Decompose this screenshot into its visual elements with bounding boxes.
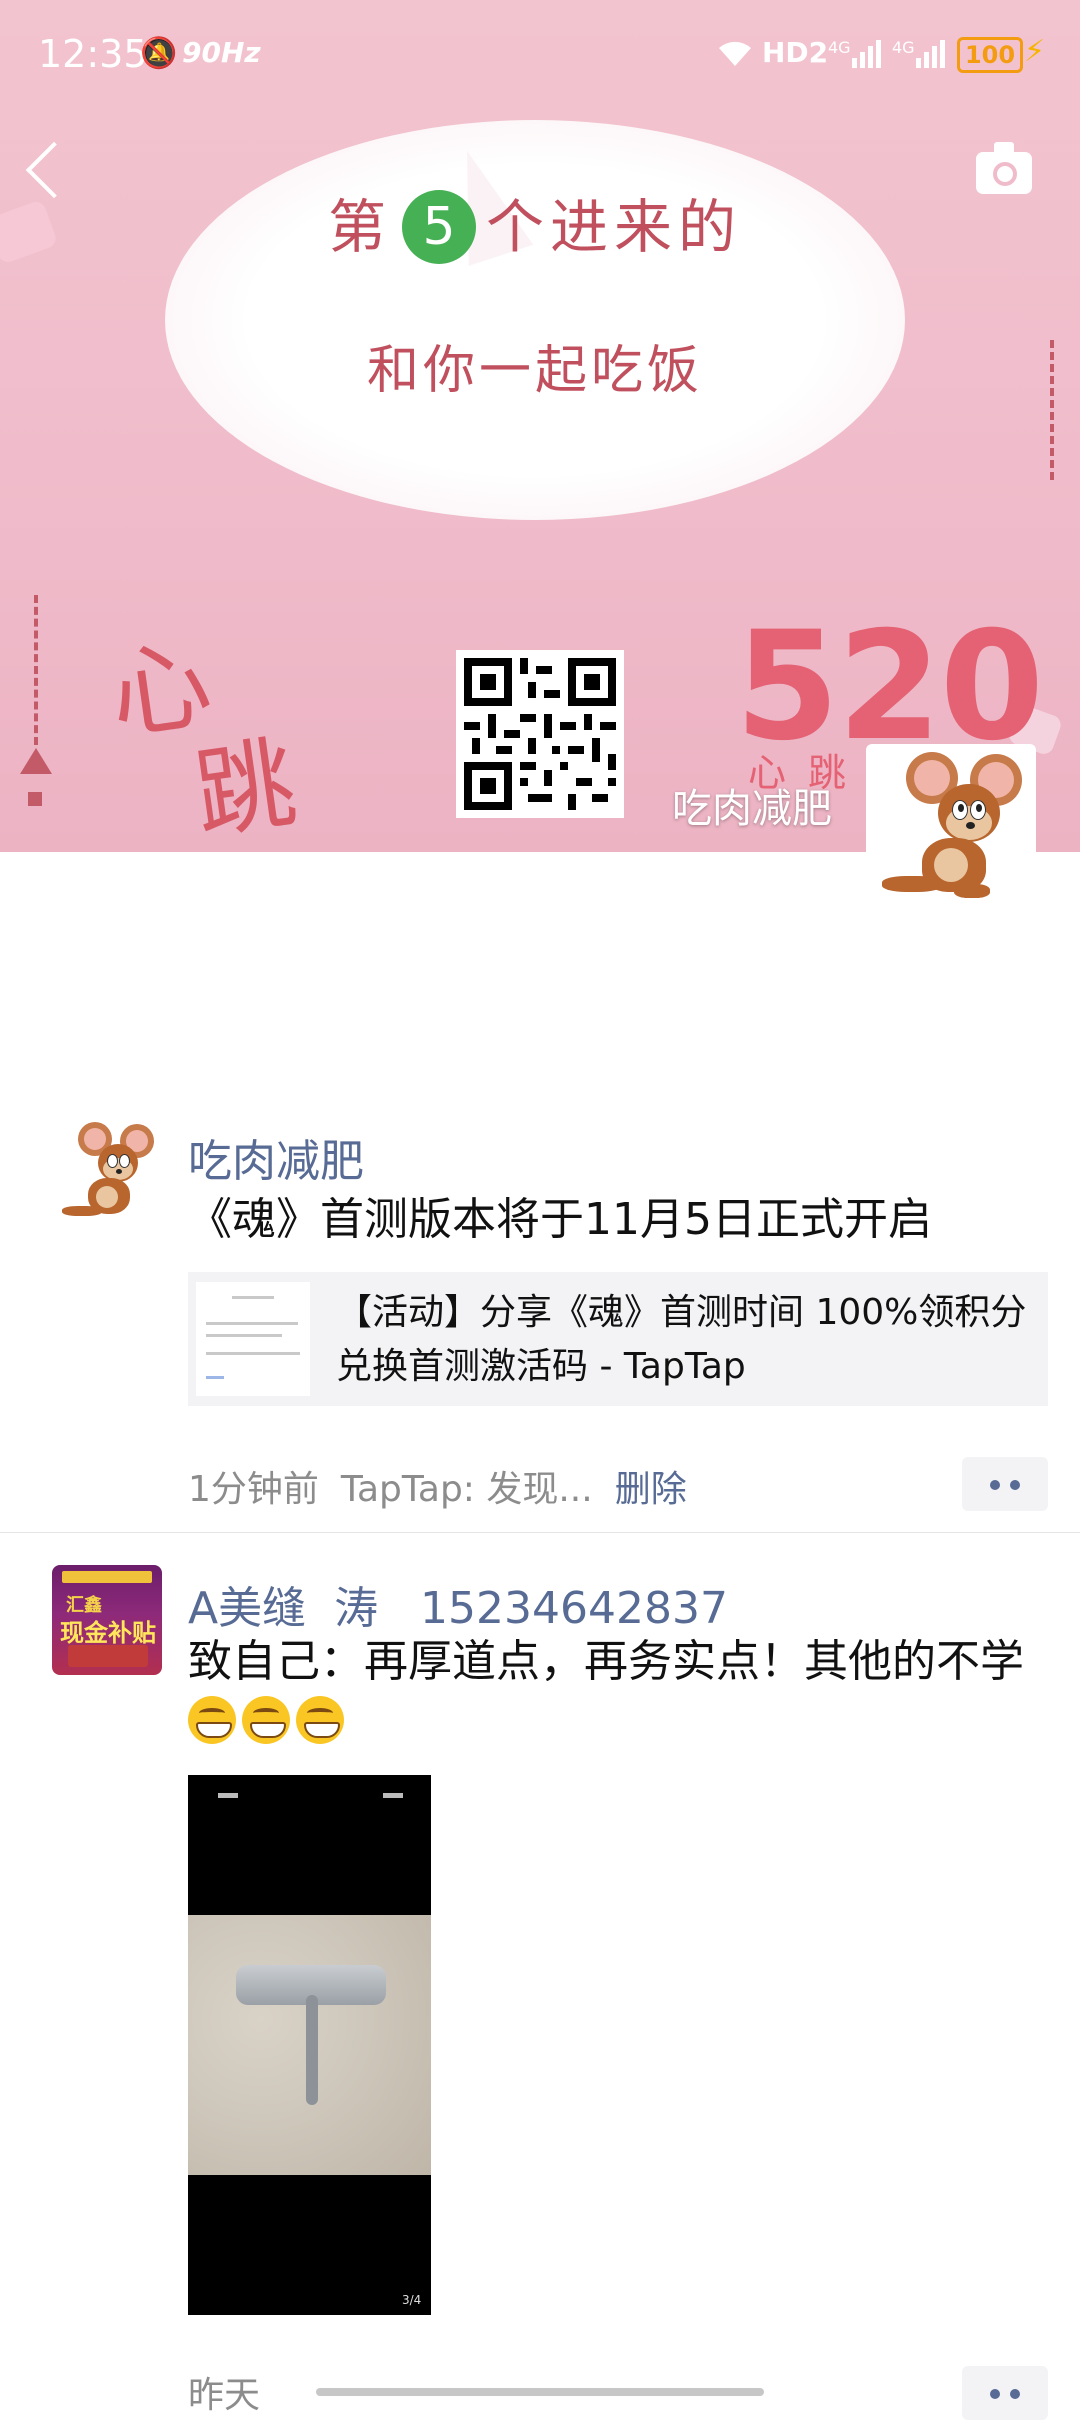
status-time: 12:35 <box>38 32 148 76</box>
signal-icon <box>916 40 946 76</box>
cover-user-name[interactable]: 吃肉减肥 <box>672 776 832 834</box>
link-title: 【活动】分享《魂》首测时间 100%领积分兑换首测激活码 - TapTap <box>336 1292 1027 1387</box>
charging-icon: ⚡ <box>1024 34 1046 69</box>
grinning-emoji-icon <box>188 1696 236 1744</box>
post-nickname[interactable]: A美缝 涛 15234642837 <box>188 1572 728 1636</box>
heart-decoration <box>0 199 59 265</box>
heartbeat-calligraphy: 心 跳 <box>102 625 303 852</box>
dashed-line-decoration <box>34 595 38 745</box>
sim1-label: 4G <box>828 38 851 57</box>
post-meta: 昨天 <box>188 2366 260 2418</box>
grinning-emoji-icon <box>296 1696 344 1744</box>
dashed-line-decoration <box>1050 340 1054 480</box>
wifi-icon <box>715 36 755 76</box>
post-avatar[interactable]: 汇鑫 现金补贴 <box>52 1565 162 1675</box>
photo-status-bar <box>218 1785 408 1798</box>
jerry-mouse-avatar <box>52 1118 162 1228</box>
number-badge: 5 <box>402 189 476 264</box>
post-time: 昨天 <box>188 2375 261 2416</box>
photo-index: 3/4 <box>402 2293 422 2307</box>
moments-cover[interactable]: 第 5 个进来的 和你一起吃饭 心 跳 520 心跳实 吃肉减肥 <box>0 0 1080 852</box>
camera-icon[interactable] <box>976 142 1032 194</box>
post-divider <box>0 1532 1080 1533</box>
profile-avatar[interactable] <box>866 744 1036 914</box>
qr-code <box>456 650 624 818</box>
mute-icon: 🔕 <box>140 36 178 71</box>
post-text: 致自己：再厚道点，再务实点！其他的不学 <box>188 1632 1028 1752</box>
post-avatar[interactable] <box>52 1118 162 1228</box>
bubble-line-2: 和你一起吃饭 <box>366 341 703 401</box>
photo-content <box>188 1915 431 2175</box>
speech-bubble: 第 5 个进来的 和你一起吃饭 <box>165 120 905 520</box>
home-indicator[interactable] <box>316 2388 764 2396</box>
post-text: 《魂》首测版本将于11月5日正式开启 <box>188 1194 932 1245</box>
hd-indicator: HD2 <box>762 36 829 69</box>
post-time: 1分钟前 <box>188 1469 319 1510</box>
post-meta: 1分钟前 TapTap: 发现... 删除 <box>188 1460 687 1512</box>
link-thumbnail <box>196 1282 310 1396</box>
post-source[interactable]: TapTap: 发现... <box>341 1469 593 1510</box>
tool-handle <box>306 1995 318 2105</box>
jerry-mouse-avatar <box>866 744 1036 914</box>
status-bar: 12:35 🔕 90Hz HD2 4G 4G 100 ⚡ <box>0 0 1080 110</box>
sim2-label: 4G <box>892 38 915 57</box>
shared-link-card[interactable]: 【活动】分享《魂》首测时间 100%领积分兑换首测激活码 - TapTap <box>188 1272 1048 1406</box>
grinning-emoji-icon <box>242 1696 290 1744</box>
signal-icon <box>852 40 882 76</box>
more-dots-icon[interactable] <box>962 1457 1048 1511</box>
battery-icon: 100 <box>957 37 1023 73</box>
bubble-line-1: 第 5 个进来的 <box>165 180 905 268</box>
more-dots-icon[interactable] <box>962 2366 1048 2420</box>
square-decoration <box>28 792 42 806</box>
refresh-rate: 90Hz <box>182 36 261 69</box>
post-nickname[interactable]: 吃肉减肥 <box>188 1125 364 1189</box>
triangle-decoration <box>20 748 52 774</box>
delete-button[interactable]: 删除 <box>615 1469 687 1510</box>
post-photo[interactable]: 3/4 <box>188 1775 431 2315</box>
